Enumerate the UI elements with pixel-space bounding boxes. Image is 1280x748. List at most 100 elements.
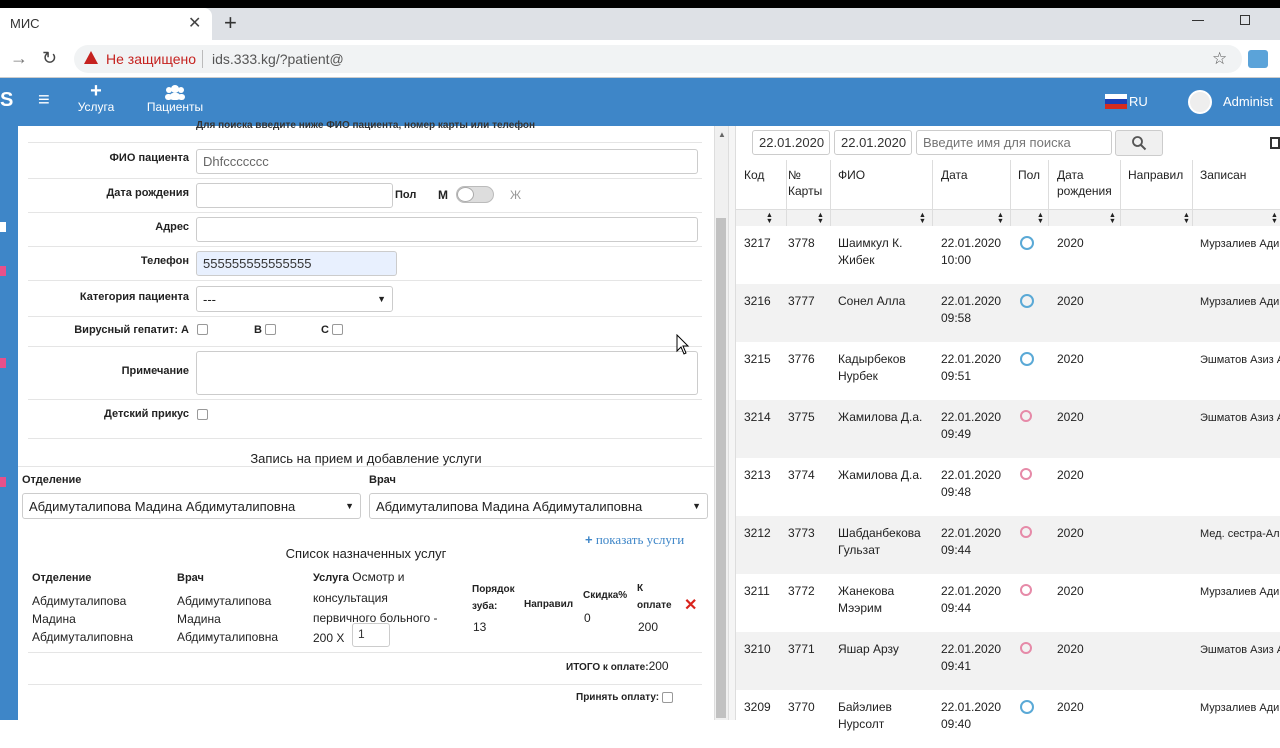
delete-icon[interactable]: ✕: [684, 595, 697, 615]
address-input[interactable]: [196, 217, 698, 242]
total-value: 200: [648, 659, 669, 673]
cell-card: 3776: [788, 352, 815, 366]
sort-icon[interactable]: ▲ ▼: [1183, 211, 1190, 224]
cell-rec: Эшматов Азиз А: [1200, 354, 1280, 366]
col-service: Услуга: [313, 572, 349, 584]
cell-date: 22.01.2020 09:58: [941, 294, 1002, 325]
sort-icon[interactable]: ▲ ▼: [1109, 211, 1116, 224]
fio-input[interactable]: Dhfccccccc: [196, 149, 698, 174]
columns-icon[interactable]: [1270, 137, 1280, 149]
scrollbar-thumb[interactable]: [716, 218, 726, 718]
bookmark-star-icon[interactable]: ☆: [1212, 49, 1227, 69]
hepatitis-b-label: В: [254, 324, 262, 336]
cell-rec: Мурзалиев Ади: [1200, 586, 1280, 598]
cell-dob: 2020: [1057, 352, 1084, 366]
note-textarea[interactable]: [196, 351, 698, 395]
sort-icon[interactable]: ▲ ▼: [919, 211, 926, 224]
reload-icon[interactable]: ↻: [42, 48, 57, 69]
sort-icon[interactable]: ▲ ▼: [1271, 211, 1278, 224]
hepatitis-c-checkbox[interactable]: [332, 324, 343, 335]
quantity-input[interactable]: 1: [352, 623, 390, 647]
cell-rec: Эшматов Азиз А: [1200, 644, 1280, 656]
forward-icon[interactable]: →: [10, 48, 28, 69]
search-button[interactable]: [1115, 130, 1163, 156]
sort-icon[interactable]: ▲ ▼: [817, 211, 824, 224]
column-divider: [932, 160, 933, 226]
search-icon: [1132, 136, 1147, 151]
divider: [28, 280, 702, 281]
column-header[interactable]: № Карты: [788, 167, 834, 199]
app-logo: S: [0, 89, 14, 111]
menu-icon[interactable]: ≡: [38, 89, 50, 112]
department-value: Абдимуталипова Мадина Абдимуталиповна: [29, 499, 296, 514]
sex-female-label: Ж: [510, 188, 522, 202]
child-bite-checkbox[interactable]: [197, 409, 208, 420]
hepatitis-label: Вирусный гепатит: А: [74, 324, 189, 336]
cell-card: 3777: [788, 294, 815, 308]
col-direction: Направил: [524, 599, 574, 610]
column-header[interactable]: Код: [744, 167, 784, 183]
cell-code: 3209: [744, 700, 771, 714]
search-input[interactable]: [916, 130, 1112, 155]
sort-icon[interactable]: ▲ ▼: [766, 211, 773, 224]
chevron-down-icon: ▼: [345, 501, 354, 511]
phone-label: Телефон: [140, 255, 189, 267]
doctor-label: Врач: [369, 474, 396, 486]
column-header[interactable]: Записан: [1200, 167, 1280, 183]
scroll-up-icon[interactable]: ▲: [718, 130, 726, 139]
show-services-label: показать услуги: [595, 532, 685, 547]
sort-icon[interactable]: ▲ ▼: [1037, 211, 1044, 224]
hepatitis-a-checkbox[interactable]: [197, 324, 208, 335]
url-text[interactable]: ids.333.kg/?patient@: [212, 51, 344, 67]
divider: [28, 178, 702, 179]
avatar[interactable]: [1188, 90, 1212, 114]
date-to-input[interactable]: 22.01.2020: [834, 130, 912, 155]
column-divider: [786, 160, 787, 226]
cell-rec: Мурзалиев Ади: [1200, 296, 1280, 308]
extension-icon[interactable]: [1248, 50, 1268, 68]
panel-splitter[interactable]: [728, 126, 736, 720]
accept-payment-label: Принять оплату:: [576, 692, 660, 703]
hepatitis-b-checkbox[interactable]: [265, 324, 276, 335]
cell-code: 3216: [744, 294, 771, 308]
phone-input[interactable]: 555555555555555: [196, 251, 397, 276]
cell-code: 3211: [744, 584, 770, 598]
sort-icon[interactable]: ▲ ▼: [997, 211, 1004, 224]
accept-payment-checkbox[interactable]: [662, 692, 673, 703]
cell-card: 3774: [788, 468, 815, 482]
dob-input[interactable]: [196, 183, 393, 208]
russia-flag-icon: [1105, 94, 1127, 109]
service-button[interactable]: + Услуга: [74, 81, 118, 114]
user-name[interactable]: Administ: [1223, 94, 1273, 109]
cell-dob: 2020: [1057, 584, 1084, 598]
column-divider: [1120, 160, 1121, 226]
window-maximize-icon[interactable]: [1240, 15, 1250, 25]
patients-button[interactable]: Пациенты: [144, 84, 206, 114]
col-department: Отделение: [32, 572, 92, 584]
column-header[interactable]: Дата рождения: [1057, 167, 1123, 199]
doctor-select[interactable]: Абдимуталипова Мадина Абдимуталиповна ▼: [369, 493, 708, 519]
cell-date: 22.01.2020 09:51: [941, 352, 1002, 383]
column-header[interactable]: Дата: [941, 167, 1011, 183]
column-header[interactable]: ФИО: [838, 167, 934, 183]
department-select[interactable]: Абдимуталипова Мадина Абдимуталиповна ▼: [22, 493, 361, 519]
language-selector[interactable]: RU: [1129, 94, 1148, 109]
cell-fio: Жамилова Д.а.: [838, 410, 923, 424]
users-icon: [165, 85, 185, 100]
row-discount: 0: [584, 611, 591, 625]
cell-code: 3217: [744, 236, 771, 250]
column-header[interactable]: Направил: [1128, 167, 1196, 183]
row-tooth: 13: [473, 620, 487, 634]
category-value: ---: [203, 292, 216, 307]
services-title: Список назначенных услуг: [285, 546, 447, 561]
doctor-value: Абдимуталипова Мадина Абдимуталиповна: [376, 499, 643, 514]
window-minimize-icon[interactable]: [1192, 20, 1204, 21]
cell-fio: Яшар Арзу: [838, 642, 899, 656]
date-from-input[interactable]: 22.01.2020: [752, 130, 830, 155]
divider: [28, 212, 702, 213]
new-tab-button[interactable]: +: [224, 10, 237, 36]
tab-close-icon[interactable]: ✕: [188, 13, 201, 33]
sex-toggle[interactable]: [456, 186, 494, 203]
security-warning[interactable]: Не защищено: [106, 51, 196, 67]
category-select[interactable]: --- ▼: [196, 286, 393, 312]
